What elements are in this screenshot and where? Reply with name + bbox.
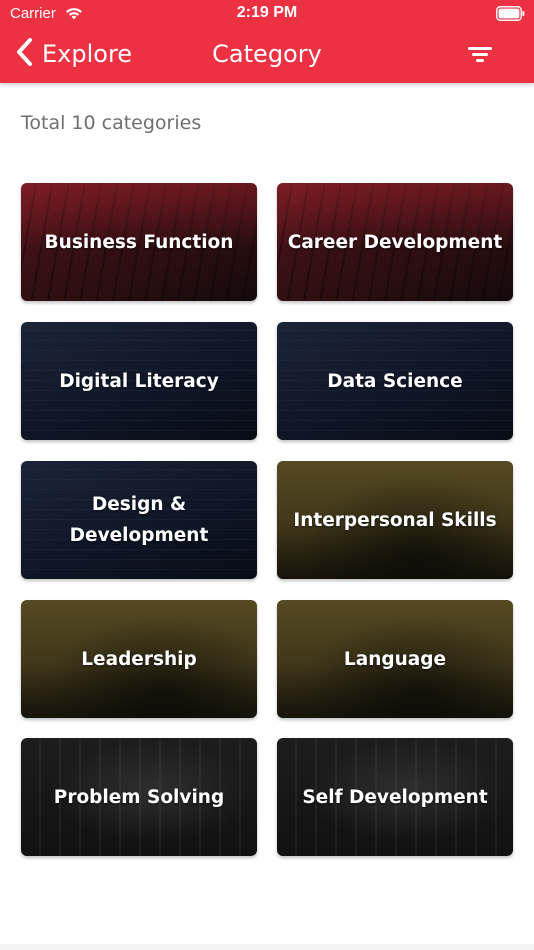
category-label: Language: [343, 648, 447, 670]
chevron-left-icon: [14, 37, 34, 71]
category-label: Interpersonal Skills: [293, 509, 497, 531]
app-header: Carrier 2:19 PM Explore Category: [0, 0, 534, 83]
category-card-career-development[interactable]: Career Development: [277, 183, 513, 301]
category-label: Problem Solving: [53, 786, 225, 808]
category-card-problem-solving[interactable]: Problem Solving: [21, 738, 257, 856]
category-card-leadership[interactable]: Leadership: [21, 600, 257, 718]
navigation-bar: Explore Category: [0, 28, 534, 83]
category-card-digital-literacy[interactable]: Digital Literacy: [21, 322, 257, 440]
status-bar: Carrier 2:19 PM: [0, 0, 534, 28]
category-card-data-science[interactable]: Data Science: [277, 322, 513, 440]
category-label: Data Science: [327, 370, 463, 392]
category-card-language[interactable]: Language: [277, 600, 513, 718]
category-label: Business Function: [44, 231, 234, 253]
back-label: Explore: [42, 40, 133, 68]
bottom-edge: [0, 944, 534, 950]
category-card-interpersonal-skills[interactable]: Interpersonal Skills: [277, 461, 513, 579]
category-card-design-development[interactable]: Design & Development: [21, 461, 257, 579]
category-label: Career Development: [287, 231, 503, 253]
status-time: 2:19 PM: [236, 4, 298, 21]
category-card-business-function[interactable]: Business Function: [21, 183, 257, 301]
filter-button[interactable]: [466, 42, 494, 66]
category-count-summary: Total 10 categories: [21, 112, 202, 134]
category-label: Digital Literacy: [59, 370, 219, 392]
category-card-self-development[interactable]: Self Development: [277, 738, 513, 856]
back-button[interactable]: Explore: [14, 36, 132, 72]
filter-icon: [466, 47, 494, 70]
category-label: Design & Development: [69, 494, 209, 546]
category-label: Self Development: [302, 786, 488, 808]
category-label: Leadership: [81, 648, 197, 670]
battery-icon: [496, 6, 525, 21]
